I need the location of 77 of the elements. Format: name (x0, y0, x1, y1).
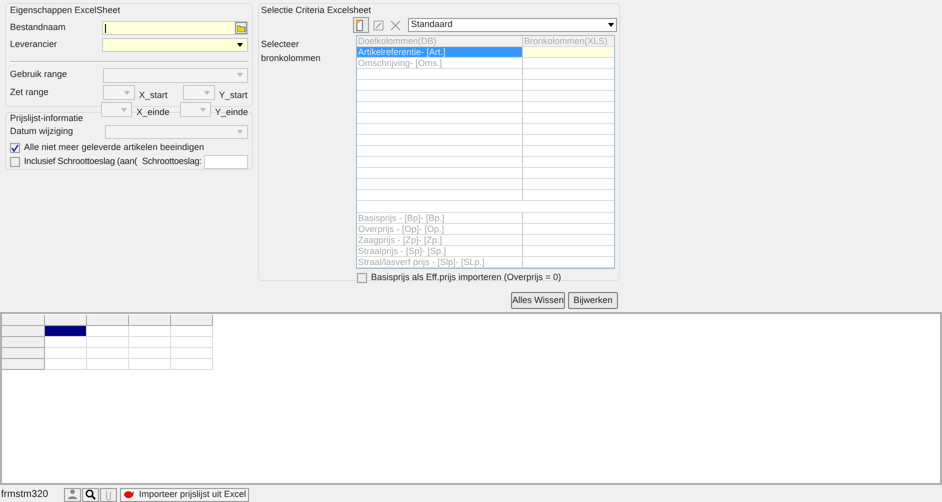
grid-header-cell (129, 315, 171, 326)
grid-header-cell (45, 315, 87, 326)
folder-icon[interactable] (235, 22, 247, 34)
table-cell[interactable]: Straal/lasverf prijs - [Slp]- [SLp.] (357, 257, 523, 267)
grid-cell[interactable] (45, 326, 87, 337)
checkbox-label: Alle niet meer geleverde artikelen beeindigen (24, 140, 204, 154)
profile-dropdown[interactable]: Standaard (408, 18, 617, 32)
grid-cell[interactable] (45, 359, 87, 370)
input-field[interactable] (204, 154, 248, 168)
search-icon[interactable] (82, 488, 99, 502)
grid-cell[interactable] (129, 348, 171, 359)
checkbox[interactable] (10, 156, 20, 166)
dropdown[interactable] (183, 85, 215, 100)
checkbox[interactable] (357, 272, 367, 283)
action-button[interactable]: Alles Wissen (511, 292, 565, 309)
field-label: X_start (138, 88, 169, 102)
field-label: Selecteer bronkolommen (260, 38, 322, 64)
caret-icon (237, 73, 243, 77)
grid-header-cell (87, 315, 129, 326)
caret-icon (608, 23, 614, 27)
grid-cell[interactable] (87, 326, 129, 337)
table-cell[interactable]: Overprijs - [Op]- [Op.] (357, 224, 523, 234)
text-cursor (105, 24, 106, 32)
grid-cell[interactable] (45, 337, 87, 348)
table-cell[interactable]: Omschrijving- [Oms.] (357, 58, 523, 68)
field-label: Gebruik range (10, 68, 68, 82)
file-field[interactable] (102, 21, 248, 35)
field-label: Zet range (10, 86, 50, 99)
caret-icon (124, 90, 130, 94)
form-name: frmstm320 (0, 488, 50, 502)
dropdown[interactable] (105, 124, 248, 138)
grid-cell[interactable] (45, 348, 87, 359)
caret-icon (204, 90, 210, 94)
group-title: Prijslijst-informatie (10, 113, 84, 124)
table-cell[interactable]: Zaagprijs - [Zp]- [Zp.] (357, 235, 523, 245)
grid-cell[interactable] (171, 326, 213, 337)
grid-cell[interactable] (87, 359, 129, 370)
grid-cell[interactable] (171, 337, 213, 348)
tab-label: Importeer prijslijst uit Excel (139, 488, 246, 501)
table-cell[interactable]: Straalprijs - [Sp]- [Sp.] (357, 246, 523, 256)
grid-cell[interactable] (129, 359, 171, 370)
grid-cell[interactable] (129, 326, 171, 337)
grid-cell[interactable] (171, 359, 213, 370)
dropdown[interactable] (180, 102, 211, 117)
table-cell[interactable]: Basisprijs - [Bp]- [Bp.] (357, 213, 523, 223)
dropdown[interactable] (103, 68, 248, 82)
grid-cell[interactable] (129, 337, 171, 348)
field-label: Y_start (218, 88, 248, 102)
field-label: Y_einde (214, 106, 248, 119)
caret-icon (237, 130, 243, 134)
caret-icon (237, 43, 243, 47)
caret-icon (121, 108, 128, 112)
caret-icon (200, 108, 206, 112)
field-label: Bestandnaam (10, 21, 67, 34)
field-label: Datum wijziging (10, 124, 74, 138)
checkbox-label: Basisprijs als Eff.prijs importeren (Overprijs = 0) (371, 271, 562, 284)
grid-cell[interactable] (87, 348, 129, 359)
field-label: X_einde (135, 106, 170, 119)
new-document-icon[interactable] (353, 17, 369, 33)
grid-header-cell (171, 315, 213, 326)
dropdown[interactable] (103, 85, 135, 100)
taskbar-tab[interactable]: Importeer prijslijst uit Excel (120, 488, 250, 502)
paperclip-icon[interactable] (100, 488, 117, 502)
table-cell[interactable]: Artikelreferentie- [Art.] (357, 47, 523, 57)
column-header: Bronkolommen(XLS) (523, 36, 609, 46)
grid-cell[interactable] (171, 348, 213, 359)
dropdown[interactable] (101, 102, 132, 117)
app-icon (123, 490, 135, 500)
action-button[interactable]: Bijwerken (568, 292, 618, 309)
field-label: Leverancier (10, 38, 58, 52)
checkbox[interactable] (10, 142, 20, 152)
column-header: Doelkolommen(DB) (357, 36, 523, 46)
grid-cell[interactable] (87, 337, 129, 348)
group-title: Selectie Criteria Excelsheet (260, 4, 372, 16)
field-label: Schroottoeslag: (142, 154, 202, 168)
checkbox-label: Inclusief Schroottoeslag (aan( (24, 154, 138, 168)
group-title: Eigenschappen ExcelSheet (6, 4, 252, 17)
